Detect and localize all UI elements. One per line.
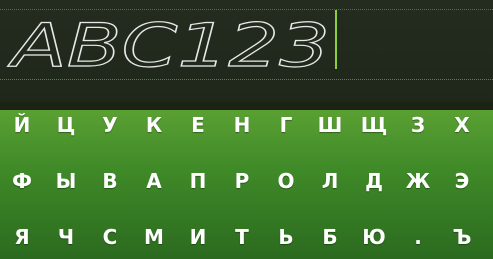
keyboard-row-2: Ф Ы В А П Р О Л Д Ж Э [0, 166, 493, 196]
key[interactable]: Ч [46, 222, 86, 252]
key[interactable]: К [134, 110, 174, 140]
key[interactable]: О [266, 166, 306, 196]
handwriting-input-screen: ABC123 Й Ц У К Е Н Г Ш Щ З Х Ф Ы В А П Р… [0, 0, 493, 259]
keyboard-row-3: Я Ч С М И Т Ь Б Ю . Ъ [0, 222, 493, 252]
key[interactable]: Ъ [442, 222, 482, 252]
key[interactable]: Ы [46, 166, 86, 196]
typed-text-outline: ABC123 [6, 10, 331, 81]
cyrillic-keyboard: Й Ц У К Е Н Г Ш Щ З Х Ф Ы В А П Р О Л Д … [0, 110, 493, 259]
key[interactable]: М [134, 222, 174, 252]
key[interactable]: Й [2, 110, 42, 140]
key[interactable]: Ю [354, 222, 394, 252]
key[interactable]: У [90, 110, 130, 140]
text-cursor [335, 10, 337, 69]
key[interactable]: Х [442, 110, 482, 140]
typed-text: ABC123 [6, 4, 336, 81]
key[interactable]: Р [222, 166, 262, 196]
key[interactable]: И [178, 222, 218, 252]
key[interactable]: Ц [46, 110, 86, 140]
key[interactable]: А [134, 166, 174, 196]
key[interactable]: Ж [398, 166, 438, 196]
key[interactable]: Щ [354, 110, 394, 140]
key[interactable]: Ф [2, 166, 42, 196]
key[interactable]: Я [2, 222, 42, 252]
key[interactable]: Г [266, 110, 306, 140]
handwriting-input-area[interactable]: ABC123 [0, 0, 493, 102]
key[interactable]: Е [178, 110, 218, 140]
key[interactable]: Н [222, 110, 262, 140]
key[interactable]: З [398, 110, 438, 140]
key[interactable]: Л [310, 166, 350, 196]
key[interactable]: Д [354, 166, 394, 196]
keyboard-row-1: Й Ц У К Е Н Г Ш Щ З Х [0, 110, 493, 140]
key[interactable]: Ь [266, 222, 306, 252]
key[interactable]: Т [222, 222, 262, 252]
key[interactable]: Э [442, 166, 482, 196]
typed-text-glyphs: ABC123 [7, 11, 330, 81]
key[interactable]: . [398, 222, 438, 252]
key[interactable]: П [178, 166, 218, 196]
key[interactable]: В [90, 166, 130, 196]
key[interactable]: Б [310, 222, 350, 252]
key[interactable]: С [90, 222, 130, 252]
key[interactable]: Ш [310, 110, 350, 140]
